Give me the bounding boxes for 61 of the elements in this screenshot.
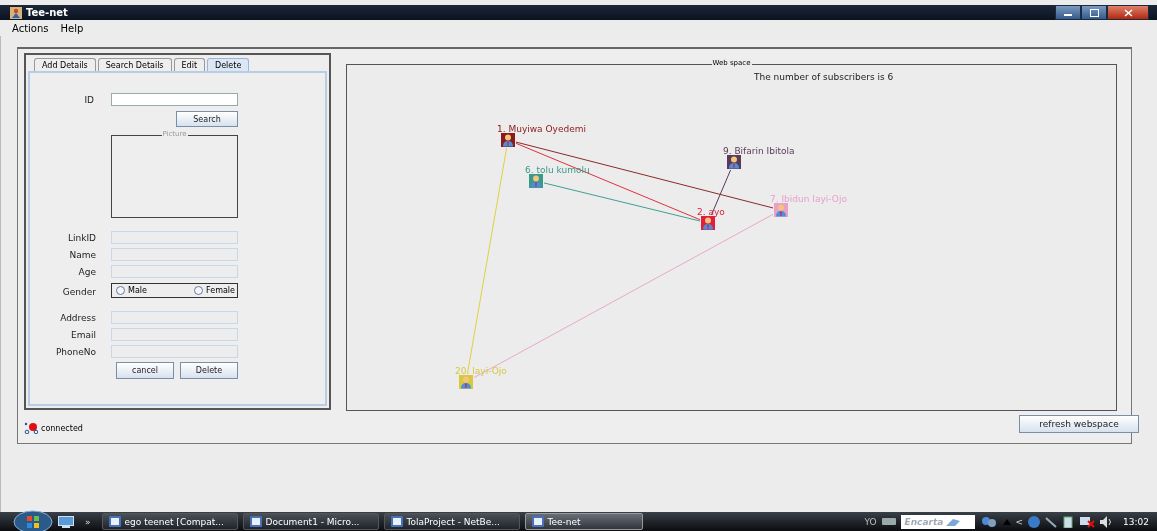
refresh-button[interactable]: refresh webspace: [1019, 415, 1139, 433]
field-label: ID: [83, 94, 95, 105]
menu-item[interactable]: Actions: [12, 22, 49, 34]
radio-button[interactable]: [194, 286, 204, 295]
clock[interactable]: 13:02: [1123, 516, 1149, 527]
people-icon[interactable]: [979, 515, 998, 528]
document-icon: [249, 516, 262, 527]
taskbar-button[interactable]: ego teenet [Compat...: [101, 513, 238, 530]
close-icon: [1123, 8, 1133, 17]
search-button[interactable]: Search: [176, 111, 238, 127]
person-icon[interactable]: [501, 133, 515, 147]
taskbar-button[interactable]: TolaProject - NetBe...: [383, 513, 520, 530]
network-icon: [24, 422, 38, 434]
window-title: Tee-net: [26, 7, 68, 18]
person-icon[interactable]: [459, 375, 473, 389]
person-icon[interactable]: [727, 155, 741, 169]
maximize-icon: [1089, 8, 1099, 17]
radio-option[interactable]: Male: [116, 286, 147, 295]
tab[interactable]: Edit: [173, 58, 206, 71]
node-label: 2. ayo: [697, 207, 725, 217]
taskbar-button[interactable]: Document1 - Micro...: [242, 513, 379, 530]
radio-option[interactable]: Female: [194, 286, 235, 295]
field-label: Name: [68, 249, 96, 260]
language-indicator[interactable]: YO: [864, 516, 877, 527]
node-label: 20. Iayi-Ojo: [455, 366, 507, 376]
subscriber-count: The number of subscribers is 6: [754, 72, 894, 82]
id-field[interactable]: [111, 93, 238, 106]
field-label: Age: [77, 266, 96, 277]
node-label: 1. Muyiwa Oyedemi: [497, 124, 586, 134]
field-label: LinkID: [67, 232, 96, 243]
form-button[interactable]: Delete: [180, 362, 238, 379]
app-icon: [10, 6, 22, 19]
field-label: PhoneNo: [54, 346, 96, 357]
node-label: 9. Bifarin Ibitola: [723, 146, 795, 156]
person-icon[interactable]: [529, 174, 543, 188]
tab[interactable]: Search Details: [97, 58, 172, 71]
field-label: Gender: [61, 286, 96, 297]
desktop-icon[interactable]: [58, 515, 74, 528]
start-button[interactable]: [13, 508, 53, 531]
tab[interactable]: Delete: [207, 58, 250, 71]
field-label: Address: [59, 312, 96, 323]
person-icon[interactable]: [774, 203, 788, 217]
close-button[interactable]: [1107, 5, 1149, 20]
more-button[interactable]: »: [85, 516, 91, 527]
form-button[interactable]: cancel: [116, 362, 174, 379]
tab[interactable]: Add Details: [34, 58, 96, 71]
keyboard-icon[interactable]: [881, 518, 896, 525]
document-icon: [531, 516, 544, 527]
network-off-icon[interactable]: [1079, 515, 1096, 528]
person-icon[interactable]: [701, 216, 715, 230]
minimize-button[interactable]: [1055, 5, 1081, 20]
taskbar-button[interactable]: Tee-net: [524, 513, 643, 530]
status-text: connected: [41, 423, 83, 433]
tray-toggle[interactable]: <: [1015, 516, 1024, 527]
node-label: 7. Ibidun Iayi-Ojo: [770, 194, 847, 204]
menu-item[interactable]: Help: [60, 22, 84, 34]
document-icon: [390, 516, 403, 527]
document-icon: [108, 516, 121, 527]
field-label: Email: [70, 329, 96, 340]
maximize-button[interactable]: [1081, 5, 1107, 20]
radio-button[interactable]: [116, 286, 125, 295]
